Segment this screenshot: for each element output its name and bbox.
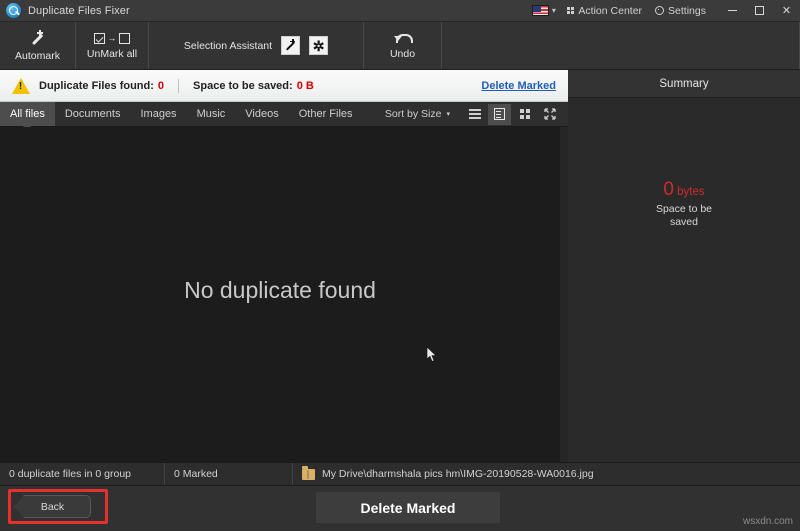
delete-marked-button[interactable]: Delete Marked bbox=[316, 492, 500, 523]
results-pane: Duplicate Files found: 0 Space to be sav… bbox=[0, 70, 568, 462]
tab-images[interactable]: Images bbox=[130, 102, 186, 126]
duplicates-found-label: Duplicate Files found: bbox=[39, 80, 154, 92]
filter-tab-bar: All files Documents Images Music Videos … bbox=[0, 102, 568, 127]
status-file-path: My Drive\dharmshala pics hm\IMG-20190528… bbox=[322, 468, 594, 480]
action-center-label: Action Center bbox=[578, 5, 642, 17]
summary-space-value: 0 bytes bbox=[663, 180, 704, 199]
tile-view-button[interactable] bbox=[513, 104, 536, 125]
sparkle-icon: ✲ bbox=[313, 39, 325, 53]
action-center-button[interactable]: Action Center bbox=[567, 5, 642, 17]
undo-label: Undo bbox=[390, 48, 415, 60]
main-toolbar: Automark → UnMark all Selection Assistan… bbox=[0, 22, 800, 70]
settings-label: Settings bbox=[668, 5, 706, 17]
empty-results-area: No duplicate found bbox=[0, 127, 560, 462]
magic-wand-icon bbox=[29, 30, 46, 47]
undo-button[interactable]: Undo bbox=[364, 22, 442, 69]
watermark: wsxdn.com bbox=[743, 516, 793, 527]
summary-pane: Summary 0 bytes Space to be saved bbox=[568, 70, 800, 462]
maximize-icon bbox=[755, 6, 764, 15]
expand-arrows-svg bbox=[544, 108, 556, 120]
summary-unit: bytes bbox=[674, 186, 705, 198]
summary-caption-line1: Space to be bbox=[656, 203, 712, 215]
summary-caption: Space to be saved bbox=[656, 203, 712, 229]
expand-view-button[interactable] bbox=[538, 104, 561, 125]
list-view-icon bbox=[469, 109, 481, 119]
summary-number: 0 bbox=[663, 179, 674, 200]
gear-icon bbox=[655, 6, 664, 15]
close-button[interactable]: ✕ bbox=[773, 0, 800, 22]
automark-label: Automark bbox=[15, 50, 60, 62]
status-marked-count: 0 Marked bbox=[165, 463, 293, 485]
back-button[interactable]: Back bbox=[14, 495, 91, 518]
folder-icon bbox=[302, 469, 315, 480]
detail-view-button[interactable] bbox=[488, 104, 511, 125]
view-controls: Sort by Size ▾ bbox=[385, 102, 568, 126]
space-saved-label: Space to be saved: bbox=[193, 80, 293, 92]
status-path-cell: My Drive\dharmshala pics hm\IMG-20190528… bbox=[293, 463, 800, 485]
duplicate-files-fixer-window: Duplicate Files Fixer ▾ Action Center Se… bbox=[0, 0, 800, 531]
tab-videos[interactable]: Videos bbox=[235, 102, 288, 126]
selection-assistant-wand-button[interactable] bbox=[281, 36, 300, 55]
results-scrollbar[interactable] bbox=[560, 127, 568, 462]
title-bar: Duplicate Files Fixer ▾ Action Center Se… bbox=[0, 0, 800, 22]
selection-assistant-label: Selection Assistant bbox=[184, 40, 272, 52]
sort-by-label: Sort by Size bbox=[385, 108, 442, 120]
detail-view-icon bbox=[494, 108, 505, 120]
unmark-all-icon: → bbox=[94, 31, 130, 45]
info-bar: Duplicate Files found: 0 Space to be sav… bbox=[0, 70, 568, 102]
unmark-all-button[interactable]: → UnMark all bbox=[76, 22, 149, 69]
chevron-down-icon: ▾ bbox=[446, 110, 450, 118]
tile-view-icon bbox=[520, 109, 530, 119]
app-title: Duplicate Files Fixer bbox=[28, 5, 130, 17]
grid-icon bbox=[567, 7, 575, 15]
warning-triangle-icon bbox=[12, 78, 30, 94]
mouse-pointer-icon bbox=[427, 347, 438, 363]
settings-button[interactable]: Settings bbox=[655, 5, 706, 17]
language-chevron-down-icon[interactable]: ▾ bbox=[552, 6, 556, 15]
info-divider bbox=[178, 79, 179, 93]
arrow-right-icon: → bbox=[108, 34, 117, 43]
selection-assistant-group: Selection Assistant ✲ bbox=[149, 22, 364, 69]
maximize-button[interactable] bbox=[746, 0, 773, 22]
tab-documents[interactable]: Documents bbox=[55, 102, 131, 126]
summary-caption-line2: saved bbox=[670, 216, 698, 228]
selection-assistant-settings-button[interactable]: ✲ bbox=[309, 36, 328, 55]
space-saved-value: 0 B bbox=[297, 80, 314, 92]
tab-music[interactable]: Music bbox=[187, 102, 236, 126]
automark-button[interactable]: Automark bbox=[0, 22, 76, 69]
minimize-icon bbox=[728, 10, 737, 11]
tab-other-files[interactable]: Other Files bbox=[289, 102, 363, 126]
app-logo-icon bbox=[6, 3, 21, 18]
list-view-button[interactable] bbox=[463, 104, 486, 125]
summary-body: 0 bytes Space to be saved bbox=[568, 98, 800, 462]
title-bar-right-controls: ▾ Action Center Settings ✕ bbox=[532, 0, 800, 22]
duplicates-found-value: 0 bbox=[158, 80, 164, 92]
status-files-groups: 0 duplicate files in 0 group bbox=[0, 463, 165, 485]
summary-header: Summary bbox=[568, 70, 800, 98]
empty-state-message: No duplicate found bbox=[184, 277, 376, 304]
minimize-button[interactable] bbox=[719, 0, 746, 22]
unmark-all-label: UnMark all bbox=[87, 48, 137, 60]
us-flag-icon[interactable] bbox=[532, 5, 549, 16]
undo-arrow-icon bbox=[394, 32, 412, 45]
sort-by-dropdown[interactable]: Sort by Size ▾ bbox=[385, 108, 450, 120]
delete-marked-link[interactable]: Delete Marked bbox=[481, 80, 556, 92]
toolbar-spacer bbox=[442, 22, 800, 69]
wand-icon bbox=[284, 39, 297, 52]
expand-view-icon bbox=[544, 108, 556, 120]
status-bar: 0 duplicate files in 0 group 0 Marked My… bbox=[0, 462, 800, 486]
tab-all-files[interactable]: All files bbox=[0, 102, 55, 126]
